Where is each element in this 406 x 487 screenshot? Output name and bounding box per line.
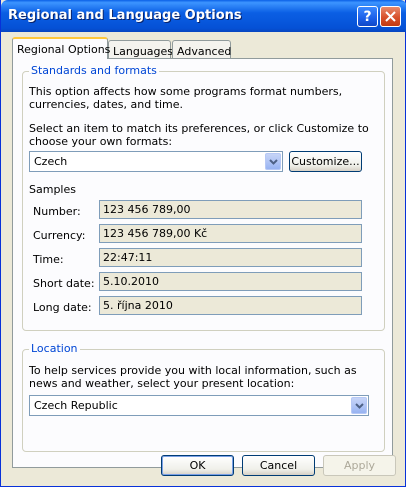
location-description: To help services provide you with local … xyxy=(29,364,357,390)
tab-languages[interactable]: Languages xyxy=(108,40,173,60)
sample-value-time: 22:47:11 xyxy=(99,248,362,267)
dialog-client-area: Regional Options Languages Advanced Stan… xyxy=(4,32,402,484)
help-button[interactable]: ? xyxy=(357,6,378,27)
tab-regional-options[interactable]: Regional Options xyxy=(12,37,110,59)
ok-button[interactable]: OK xyxy=(161,455,234,476)
chevron-down-icon[interactable] xyxy=(265,153,281,170)
tab-advanced[interactable]: Advanced xyxy=(172,40,231,60)
customize-button[interactable]: Customize... xyxy=(289,151,362,172)
sample-label-currency: Currency: xyxy=(33,229,86,242)
sample-label-long-date: Long date: xyxy=(33,301,92,314)
samples-heading: Samples xyxy=(29,183,76,196)
standards-select-prompt: Select an item to match its preferences,… xyxy=(29,122,369,148)
apply-button[interactable]: Apply xyxy=(323,455,396,476)
dialog-window: Regional and Language Options ? Regional… xyxy=(0,0,406,487)
sample-value-short-date: 5.10.2010 xyxy=(99,272,362,291)
sample-label-time: Time: xyxy=(33,253,64,266)
sample-label-short-date: Short date: xyxy=(33,277,95,290)
close-icon xyxy=(385,11,396,22)
location-groupbox: Location To help services provide you wi… xyxy=(22,342,385,452)
chevron-down-icon[interactable] xyxy=(351,397,367,414)
format-select-value: Czech xyxy=(34,155,68,168)
location-group-label: Location xyxy=(29,342,80,355)
cancel-button[interactable]: Cancel xyxy=(242,455,315,476)
location-select-value: Czech Republic xyxy=(34,399,118,412)
location-select[interactable]: Czech Republic xyxy=(29,395,369,416)
close-button[interactable] xyxy=(380,6,401,27)
question-icon: ? xyxy=(363,8,372,25)
standards-groupbox: Standards and formats This option affect… xyxy=(22,64,385,331)
sample-label-number: Number: xyxy=(33,205,81,218)
standards-description: This option affects how some programs fo… xyxy=(29,85,343,111)
standards-group-label: Standards and formats xyxy=(29,64,159,77)
tab-panel-regional-options: Standards and formats This option affect… xyxy=(12,58,393,468)
title-bar[interactable]: Regional and Language Options ? xyxy=(1,0,406,32)
sample-value-long-date: 5. října 2010 xyxy=(99,296,362,315)
format-select[interactable]: Czech xyxy=(29,151,283,172)
window-title: Regional and Language Options xyxy=(8,8,242,23)
sample-value-currency: 123 456 789,00 Kč xyxy=(99,224,362,243)
sample-value-number: 123 456 789,00 xyxy=(99,200,362,219)
